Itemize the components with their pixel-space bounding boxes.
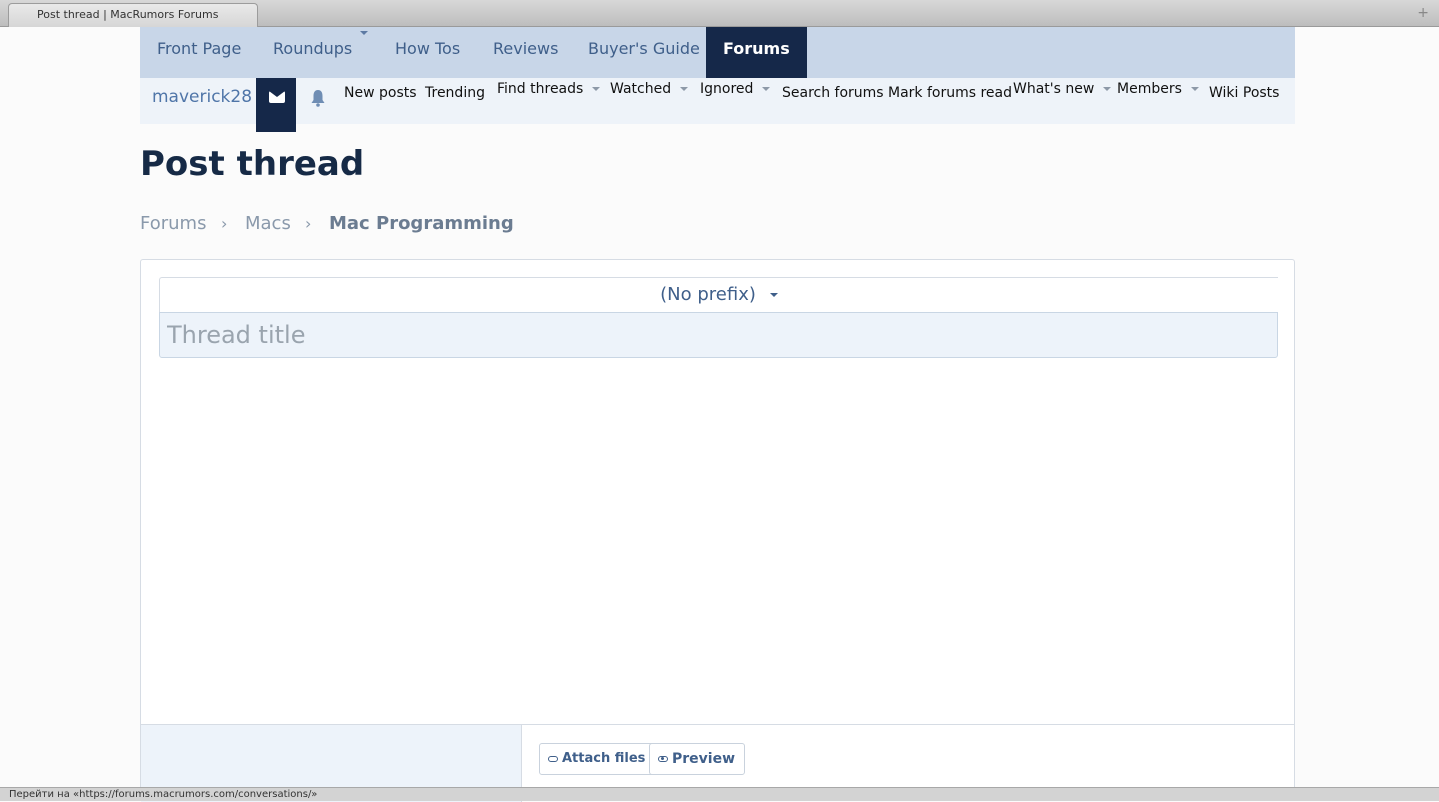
- subnav-new-posts[interactable]: New posts: [344, 85, 417, 101]
- attach-files-label: Attach files: [562, 751, 646, 766]
- chevron-down-icon: [1103, 87, 1112, 91]
- preview-button[interactable]: Preview: [649, 743, 746, 775]
- new-tab-button[interactable]: +: [1417, 5, 1429, 21]
- conversations-button[interactable]: [256, 78, 296, 132]
- subnav-whats-new-label: What's new: [1013, 81, 1095, 97]
- prefix-value: (No prefix): [660, 284, 756, 305]
- breadcrumb-mac-programming[interactable]: Mac Programming: [329, 213, 514, 234]
- paperclip-icon: [548, 755, 558, 762]
- browser-tab-strip: Post thread | MacRumors Forums +: [0, 0, 1439, 27]
- thread-title-input[interactable]: [159, 312, 1278, 358]
- subnav-trending[interactable]: Trending: [425, 85, 485, 101]
- chevron-down-icon: [762, 87, 771, 91]
- subnav-members[interactable]: Members: [1117, 81, 1199, 97]
- bell-icon[interactable]: [310, 89, 326, 107]
- roundups-dropdown-icon[interactable]: [360, 31, 368, 35]
- breadcrumb-separator-icon: ›: [305, 214, 312, 233]
- subnav-watched[interactable]: Watched: [610, 81, 689, 97]
- nav-reviews[interactable]: Reviews: [493, 27, 558, 78]
- prefix-select[interactable]: (No prefix): [159, 277, 1278, 312]
- nav-forums[interactable]: Forums: [706, 27, 807, 78]
- chevron-down-icon: [592, 87, 601, 91]
- nav-how-tos[interactable]: How Tos: [395, 27, 460, 78]
- nav-front-page[interactable]: Front Page: [157, 27, 241, 78]
- forum-subnav: maverick28 New posts Trending Find threa…: [140, 78, 1295, 132]
- breadcrumb-forums[interactable]: Forums: [140, 213, 206, 234]
- subnav-ignored-label: Ignored: [700, 81, 754, 97]
- subnav-find-threads[interactable]: Find threads: [497, 81, 601, 97]
- breadcrumb-macs[interactable]: Macs: [245, 213, 291, 234]
- chevron-down-icon: [680, 87, 689, 91]
- subnav-members-label: Members: [1117, 81, 1182, 97]
- breadcrumb-separator-icon: ›: [221, 214, 228, 233]
- subnav-ignored[interactable]: Ignored: [700, 81, 771, 97]
- subnav-watched-label: Watched: [610, 81, 672, 97]
- attach-files-button[interactable]: Attach files: [539, 743, 656, 775]
- subnav-mark-forums-read[interactable]: Mark forums read: [888, 85, 1012, 101]
- browser-status-bar: Перейти на «https://forums.macrumors.com…: [0, 787, 1439, 801]
- nav-roundups[interactable]: Roundups: [273, 27, 352, 78]
- main-navigation: Front Page Roundups How Tos Reviews Buye…: [140, 27, 1295, 78]
- chevron-down-icon: [769, 293, 778, 297]
- eye-icon: [658, 756, 668, 762]
- account-username[interactable]: maverick28: [152, 87, 252, 107]
- nav-buyers-guide[interactable]: Buyer's Guide: [588, 27, 700, 78]
- subnav-whats-new[interactable]: What's new: [1013, 81, 1112, 97]
- subnav-wiki-posts[interactable]: Wiki Posts: [1209, 85, 1279, 101]
- subnav-find-threads-label: Find threads: [497, 81, 584, 97]
- page-title: Post thread: [140, 144, 365, 184]
- browser-tab[interactable]: Post thread | MacRumors Forums: [8, 3, 258, 27]
- envelope-icon: [269, 91, 285, 103]
- preview-label: Preview: [672, 751, 736, 767]
- subnav-search-forums[interactable]: Search forums: [782, 85, 884, 101]
- chevron-down-icon: [1190, 87, 1199, 91]
- post-thread-form: (No prefix) Attach files Preview: [140, 259, 1295, 802]
